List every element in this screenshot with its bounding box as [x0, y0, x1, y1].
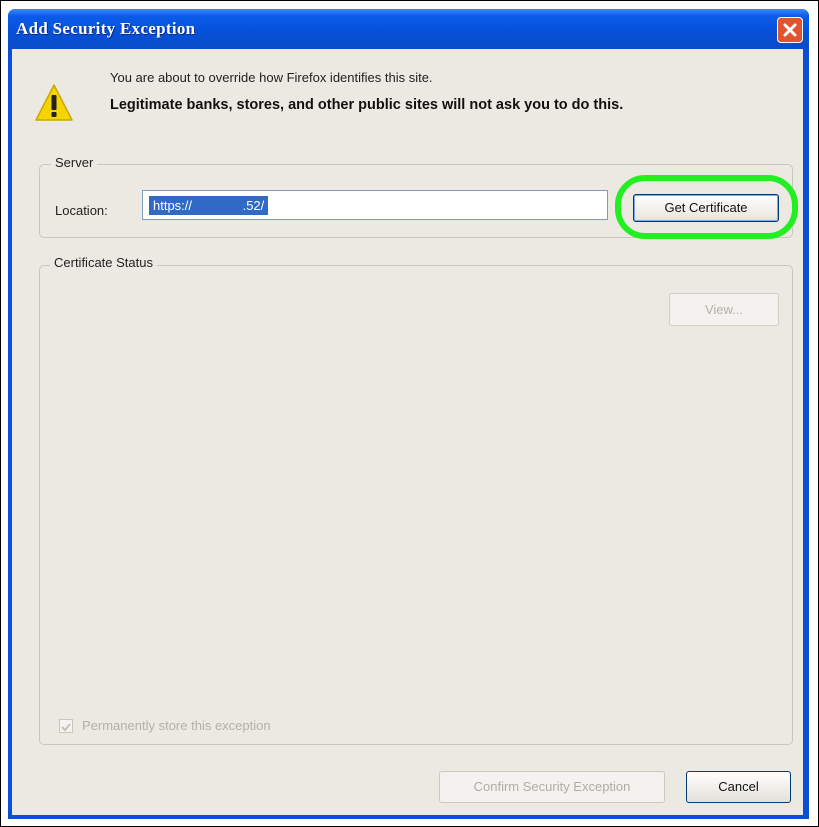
location-input[interactable]: https:// .52/ — [142, 190, 608, 220]
location-label: Location: — [55, 203, 108, 218]
title-bar[interactable]: Add Security Exception — [8, 9, 809, 49]
add-security-exception-dialog: Add Security Exception You are about to … — [8, 9, 809, 819]
view-button[interactable]: View... — [669, 293, 779, 326]
dialog-title: Add Security Exception — [16, 19, 196, 38]
warning-triangle-icon — [35, 84, 73, 121]
close-button[interactable] — [777, 17, 803, 43]
checkmark-icon — [61, 723, 71, 732]
server-legend: Server — [51, 155, 98, 170]
permanently-store-label: Permanently store this exception — [82, 718, 271, 733]
warning-message-bold: Legitimate banks, stores, and other publ… — [110, 97, 624, 113]
cancel-button[interactable]: Cancel — [686, 771, 791, 803]
warning-message: You are about to override how Firefox id… — [110, 70, 433, 85]
certificate-status-legend: Certificate Status — [50, 255, 157, 270]
close-icon — [783, 23, 797, 37]
location-value: https:// .52/ — [149, 196, 269, 215]
permanently-store-checkbox[interactable] — [59, 719, 73, 733]
screenshot-frame: Add Security Exception You are about to … — [0, 0, 819, 827]
dialog-body: You are about to override how Firefox id… — [12, 49, 803, 815]
confirm-security-exception-button[interactable]: Confirm Security Exception — [439, 771, 665, 803]
get-certificate-button[interactable]: Get Certificate — [633, 194, 779, 222]
certificate-status-groupbox — [39, 265, 793, 745]
